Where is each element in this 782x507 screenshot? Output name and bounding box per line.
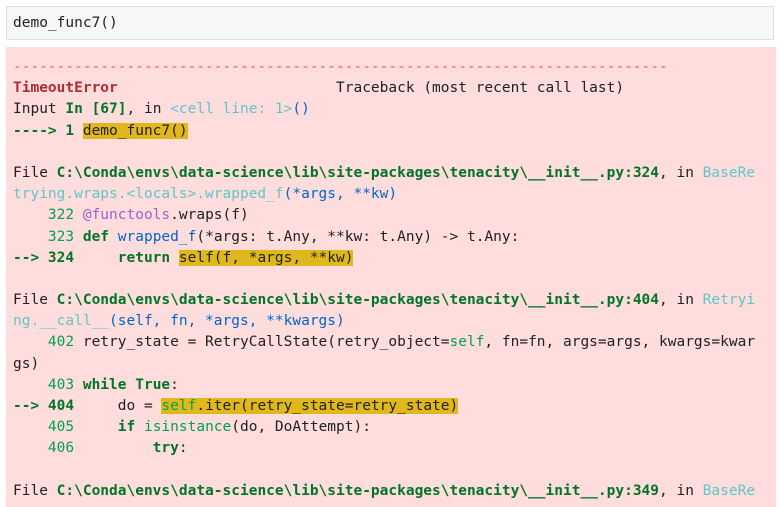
line-number: 402: [13, 334, 83, 351]
arrow-marker: --> 404: [13, 398, 83, 414]
code-line-324-current: --> 324 return self(f, *args, **kw): [13, 248, 776, 269]
code-text: (do, DoAttempt):: [231, 419, 371, 436]
function-args: (*args, **kw): [283, 186, 398, 203]
frame2-file-line-wrap: ng.__call__(self, fn, *args, **kwargs): [13, 311, 776, 332]
file-prefix: File: [13, 164, 57, 181]
in-text: , in: [659, 164, 703, 181]
input-in: In [67]: [65, 101, 127, 118]
function-name: trying.wraps.<locals>.wrapped_f: [13, 186, 284, 203]
builtin-name: isinstance: [135, 419, 232, 436]
input-parens: (): [292, 101, 310, 118]
function-name: Retryi: [702, 292, 756, 309]
function-name: ng.__call__: [13, 313, 110, 330]
arrow-marker: --> 324: [13, 249, 83, 266]
frame2-file-line: File C:\Conda\envs\data-science\lib\site…: [13, 290, 776, 311]
line-number: 403: [13, 376, 83, 393]
code-text: retry_state = RetryCallState(retry_objec…: [82, 334, 450, 351]
code-text: , fn=fn, args=args, kwargs=kwar: [484, 334, 756, 351]
code-text: :: [170, 376, 179, 393]
file-path-link[interactable]: C:\Conda\envs\data-science\lib\site-pack…: [57, 483, 659, 499]
highlighted-code: self(f, *args, **kw): [178, 249, 354, 266]
in-text: , in: [659, 292, 703, 309]
decorator: @functools: [82, 207, 171, 224]
frame1-file-line-wrap: trying.wraps.<locals>.wrapped_f(*args, *…: [13, 184, 776, 205]
code-text: .iter(retry_state=retry_state): [196, 398, 459, 414]
line-number: 322: [13, 207, 83, 224]
output-cell: ----------------------------------------…: [6, 47, 776, 507]
input-location: Input In [67], in <cell line: 1>(): [13, 99, 776, 120]
code-text: .wraps(f): [170, 207, 249, 224]
keyword: def: [82, 228, 110, 245]
arrow-marker: ----> 1: [13, 122, 83, 139]
file-prefix: File: [13, 292, 57, 309]
frame1-file-line: File C:\Conda\envs\data-science\lib\site…: [13, 163, 776, 184]
code-text: :: [178, 440, 188, 457]
self-keyword: self: [449, 334, 485, 351]
self-keyword: self: [161, 398, 197, 414]
code-line-402-wrap: gs): [13, 355, 40, 372]
keyword: True: [126, 376, 171, 393]
file-path-link[interactable]: C:\Conda\envs\data-science\lib\site-pack…: [57, 292, 659, 308]
function-def-name: wrapped_f: [109, 228, 197, 245]
code-line-323: 323 def wrapped_f(*args: t.Any, **kw: t.…: [13, 227, 776, 248]
line-number: 405: [13, 419, 83, 436]
frame3-file-line: File C:\Conda\envs\data-science\lib\site…: [13, 481, 776, 502]
line-number: 323: [13, 228, 83, 245]
input-comma: , in: [126, 101, 171, 118]
input-cell-code[interactable]: demo_func7(): [13, 15, 118, 31]
traceback-separator: ----------------------------------------…: [13, 59, 668, 75]
code-line-405: 405 if isinstance(do, DoAttempt):: [13, 417, 776, 438]
traceback-title: Traceback (most recent call last): [336, 80, 625, 97]
code-line-403: 403 while True:: [13, 375, 776, 396]
code-line-404-current: --> 404 do = self.iter(retry_state=retry…: [13, 396, 776, 417]
keyword: try: [82, 440, 179, 457]
code-text: (*args: t.Any, **kw: t.Any) -> t.Any:: [196, 228, 520, 245]
function-args: (self, fn, *args, **kwargs): [109, 313, 345, 330]
function-name: BaseRe: [702, 164, 756, 181]
line-number: 406: [13, 440, 83, 457]
code-text: do =: [82, 398, 162, 414]
code-line-402: 402 retry_state = RetryCallState(retry_o…: [13, 332, 776, 353]
input-prefix: Input: [13, 101, 66, 118]
traceback-arrow-line-1: ----> 1 demo_func7(): [13, 121, 776, 142]
traceback-header: TimeoutError Traceback (most recent call…: [13, 78, 776, 99]
function-name: BaseRe: [702, 482, 756, 499]
keyword: if: [82, 419, 136, 436]
in-text: , in: [659, 482, 703, 499]
keyword: while: [82, 376, 127, 393]
highlighted-code: self.iter(retry_state=retry_state): [161, 398, 459, 414]
input-cell[interactable]: demo_func7(): [6, 6, 774, 40]
code-line-406: 406 try:: [13, 438, 776, 459]
code-line-322: 322 @functools.wraps(f): [13, 205, 776, 226]
error-type: TimeoutError: [13, 80, 118, 97]
file-path-link[interactable]: C:\Conda\envs\data-science\lib\site-pack…: [57, 165, 659, 181]
highlighted-code: demo_func7(): [82, 122, 188, 139]
file-prefix: File: [13, 482, 57, 499]
header-gap: [118, 80, 336, 96]
keyword: return: [82, 249, 179, 266]
input-cell-line: <cell line: 1>: [170, 101, 293, 118]
